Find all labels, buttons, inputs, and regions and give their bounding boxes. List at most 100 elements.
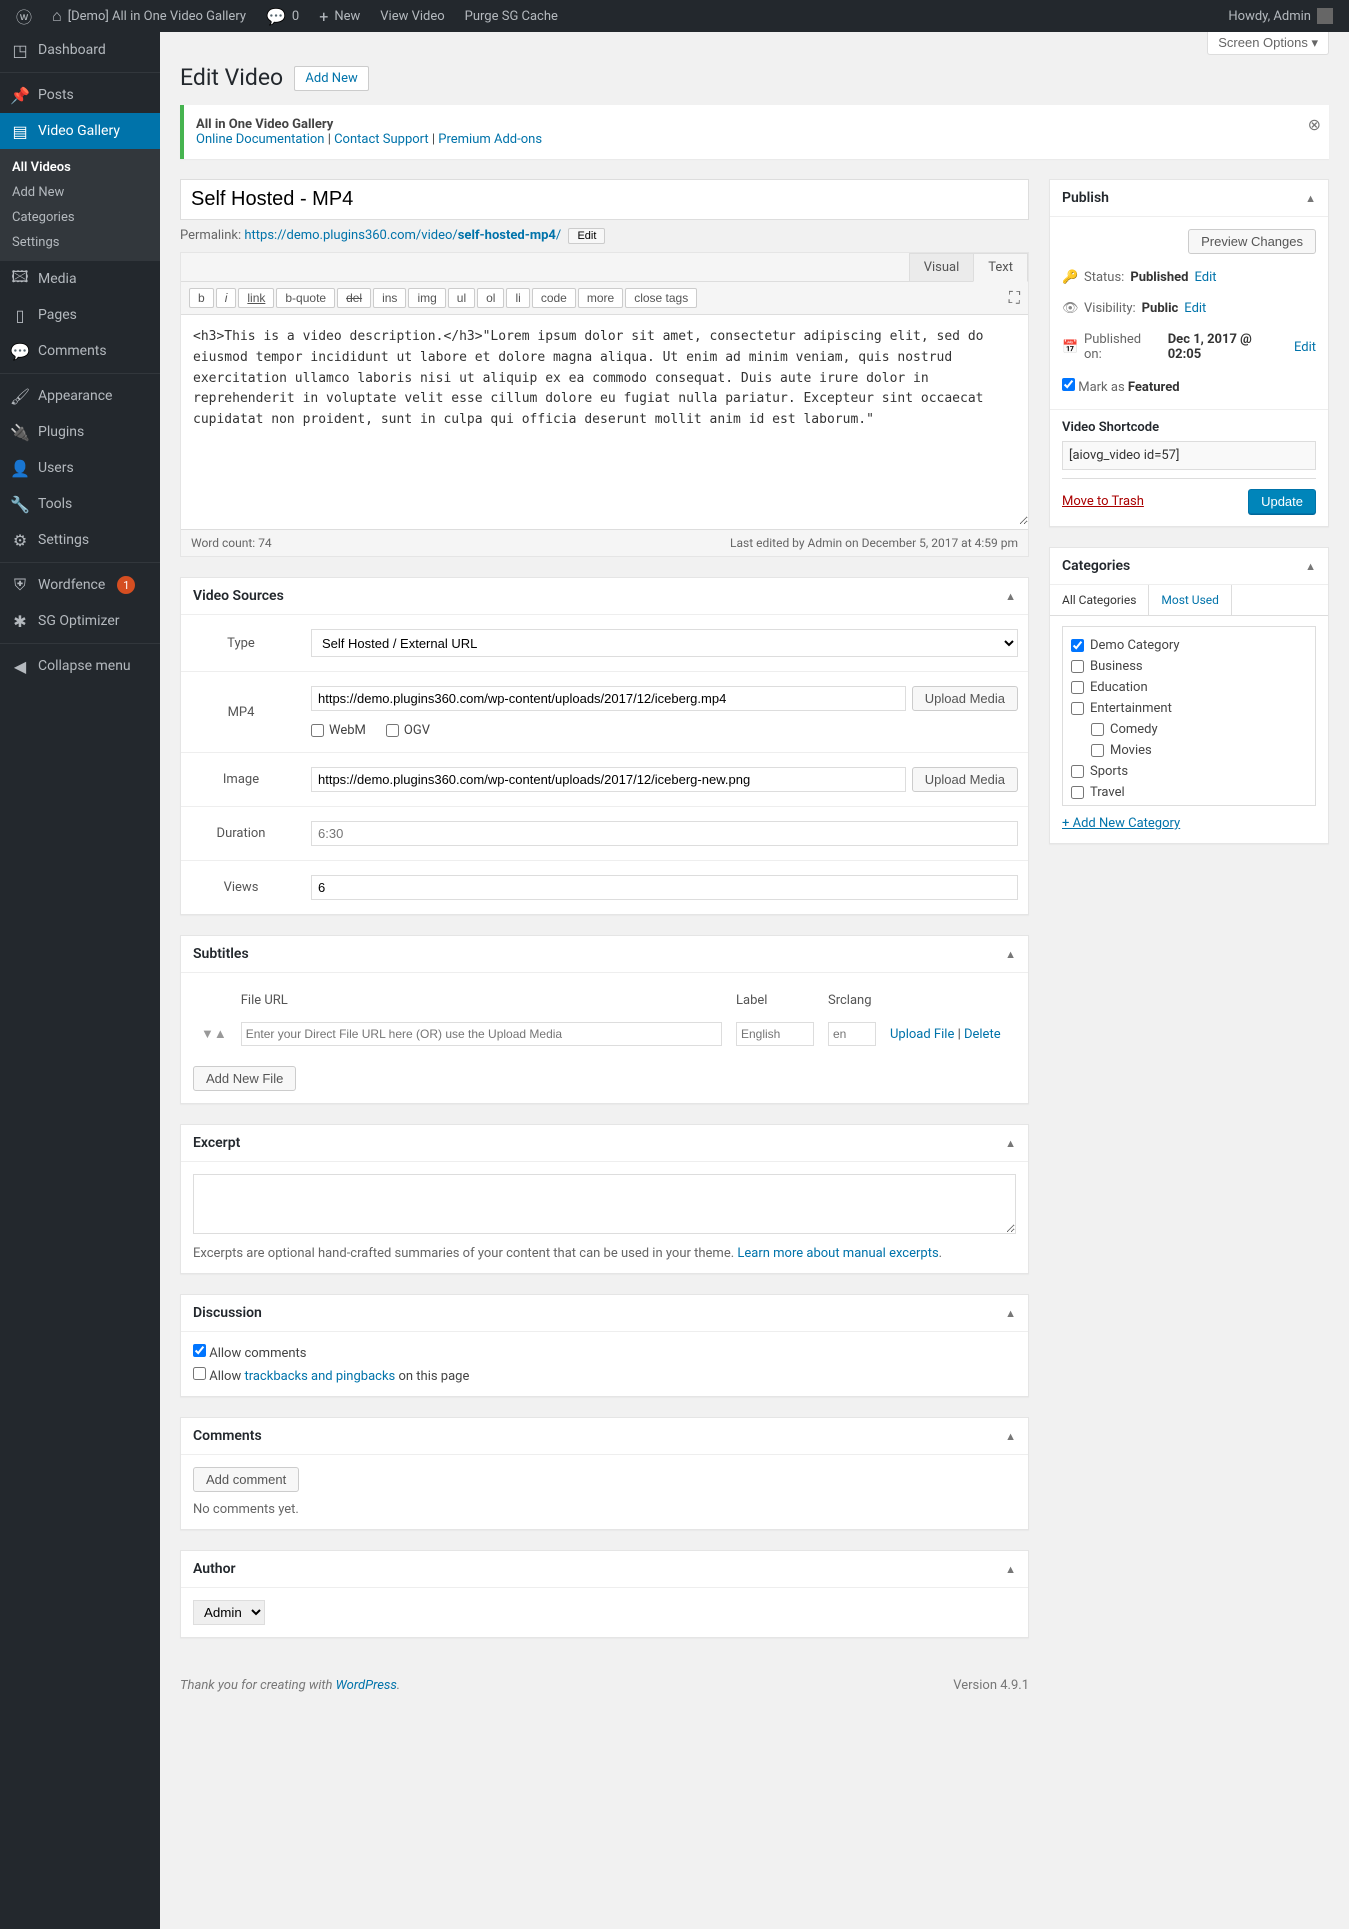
category-item[interactable]: Comedy — [1071, 719, 1307, 740]
mp4-input[interactable] — [311, 686, 906, 711]
add-new-file-button[interactable]: Add New File — [193, 1066, 296, 1091]
menu-wordfence[interactable]: ⛨Wordfence1 — [0, 567, 160, 603]
edit-visibility-link[interactable]: Edit — [1184, 301, 1206, 316]
category-item[interactable]: Entertainment — [1071, 698, 1307, 719]
menu-tools[interactable]: 🔧Tools — [0, 486, 160, 522]
submenu-add-new[interactable]: Add New — [0, 180, 160, 205]
edit-slug-button[interactable]: Edit — [568, 228, 605, 244]
fullscreen-icon[interactable]: ⛶ — [1009, 288, 1020, 308]
excerpt-header[interactable]: Excerpt▲ — [181, 1125, 1028, 1162]
discussion-header[interactable]: Discussion▲ — [181, 1295, 1028, 1332]
submenu-categories[interactable]: Categories — [0, 205, 160, 230]
subtitle-file-input[interactable] — [241, 1022, 722, 1046]
submenu-all-videos[interactable]: All Videos — [0, 155, 160, 180]
ogv-checkbox[interactable]: OGV — [386, 723, 430, 738]
qt-bquote[interactable]: b-quote — [276, 288, 335, 308]
menu-settings[interactable]: ⚙Settings — [0, 522, 160, 558]
menu-posts[interactable]: 📌Posts — [0, 77, 160, 113]
qt-ul[interactable]: ul — [448, 288, 475, 308]
category-item[interactable]: Movies — [1071, 740, 1307, 761]
menu-users[interactable]: 👤Users — [0, 450, 160, 486]
sort-handle-icon[interactable]: ▼▲ — [195, 1016, 233, 1052]
collapse-menu[interactable]: ◀Collapse menu — [0, 648, 160, 684]
duration-input[interactable] — [311, 821, 1018, 846]
menu-media[interactable]: 🖾Media — [0, 261, 160, 297]
type-select[interactable]: Self Hosted / External URL — [311, 629, 1018, 657]
qt-code[interactable]: code — [532, 288, 576, 308]
menu-video-gallery[interactable]: ▤Video Gallery — [0, 113, 160, 149]
wordpress-link[interactable]: WordPress — [336, 1678, 397, 1693]
tab-text[interactable]: Text — [973, 253, 1028, 282]
account-menu[interactable]: Howdy, Admin — [1220, 0, 1341, 32]
categories-header[interactable]: Categories▲ — [1050, 548, 1328, 585]
allow-trackbacks-checkbox[interactable]: Allow trackbacks and pingbacks on this p… — [193, 1367, 1016, 1384]
qt-img[interactable]: img — [408, 288, 445, 308]
tab-visual[interactable]: Visual — [909, 253, 975, 281]
qt-link[interactable]: link — [238, 288, 274, 308]
close-icon[interactable]: ⊗ — [1308, 115, 1321, 134]
qt-ins[interactable]: ins — [373, 288, 406, 308]
trackbacks-link[interactable]: trackbacks and pingbacks — [244, 1369, 395, 1384]
category-item[interactable]: Education — [1071, 677, 1307, 698]
menu-plugins[interactable]: 🔌Plugins — [0, 414, 160, 450]
author-select[interactable]: Admin — [193, 1600, 265, 1625]
shortcode-value[interactable]: [aiovg_video id=57] — [1062, 441, 1316, 470]
webm-checkbox[interactable]: WebM — [311, 723, 366, 738]
upload-image-button[interactable]: Upload Media — [912, 767, 1018, 792]
video-sources-header[interactable]: Video Sources▲ — [181, 578, 1028, 615]
site-home-link[interactable]: ⌂[Demo] All in One Video Gallery — [44, 0, 254, 32]
subtitle-upload-link[interactable]: Upload File — [890, 1027, 954, 1042]
wp-logo-icon[interactable]: ⓦ — [8, 0, 40, 32]
content-textarea[interactable]: <h3>This is a video description.</h3>"Lo… — [181, 315, 1028, 525]
category-item[interactable]: Business — [1071, 656, 1307, 677]
menu-pages[interactable]: ▯Pages — [0, 297, 160, 333]
purge-cache-link[interactable]: Purge SG Cache — [457, 0, 566, 32]
category-list[interactable]: Demo CategoryBusinessEducationEntertainm… — [1062, 626, 1316, 806]
comments-header[interactable]: Comments▲ — [181, 1418, 1028, 1455]
menu-appearance[interactable]: 🖌Appearance — [0, 378, 160, 414]
excerpt-help-link[interactable]: Learn more about manual excerpts — [737, 1246, 938, 1261]
tab-all-categories[interactable]: All Categories — [1050, 585, 1149, 615]
subtitle-delete-link[interactable]: Delete — [964, 1027, 1001, 1042]
image-input[interactable] — [311, 767, 906, 792]
menu-comments[interactable]: 💬Comments — [0, 333, 160, 369]
add-new-category-link[interactable]: + Add New Category — [1062, 816, 1316, 831]
qt-li[interactable]: li — [506, 288, 529, 308]
edit-date-link[interactable]: Edit — [1294, 340, 1316, 355]
menu-sg-optimizer[interactable]: ✱SG Optimizer — [0, 603, 160, 639]
qt-italic[interactable]: i — [216, 288, 237, 308]
view-video-link[interactable]: View Video — [372, 0, 452, 32]
publish-header[interactable]: Publish▲ — [1050, 180, 1328, 217]
notice-support-link[interactable]: Contact Support — [334, 132, 429, 147]
qt-del[interactable]: del — [337, 288, 371, 308]
category-item[interactable]: Demo Category — [1071, 635, 1307, 656]
mark-featured-checkbox[interactable]: Mark as Featured — [1062, 378, 1180, 395]
submenu-settings[interactable]: Settings — [0, 230, 160, 255]
qt-bold[interactable]: b — [189, 288, 214, 308]
notice-premium-link[interactable]: Premium Add-ons — [438, 132, 542, 147]
screen-options-button[interactable]: Screen Options ▾ — [1207, 32, 1329, 55]
tab-most-used[interactable]: Most Used — [1149, 585, 1232, 615]
preview-changes-button[interactable]: Preview Changes — [1188, 229, 1316, 254]
category-item[interactable]: Travel — [1071, 782, 1307, 803]
post-title-input[interactable] — [180, 179, 1029, 220]
permalink-link[interactable]: https://demo.plugins360.com/video/self-h… — [244, 228, 561, 243]
menu-dashboard[interactable]: ◳Dashboard — [0, 32, 160, 68]
views-input[interactable] — [311, 875, 1018, 900]
new-content[interactable]: +New — [311, 0, 368, 32]
author-header[interactable]: Author▲ — [181, 1551, 1028, 1588]
upload-mp4-button[interactable]: Upload Media — [912, 686, 1018, 711]
category-item[interactable]: Sports — [1071, 761, 1307, 782]
subtitle-srclang-input[interactable] — [828, 1022, 876, 1046]
move-to-trash-link[interactable]: Move to Trash — [1062, 494, 1144, 509]
qt-close-tags[interactable]: close tags — [625, 288, 697, 308]
notice-doc-link[interactable]: Online Documentation — [196, 132, 324, 147]
qt-ol[interactable]: ol — [477, 288, 504, 308]
subtitle-label-input[interactable] — [736, 1022, 814, 1046]
excerpt-textarea[interactable] — [193, 1174, 1016, 1234]
comments-bubble[interactable]: 💬0 — [258, 0, 307, 32]
allow-comments-checkbox[interactable]: Allow comments — [193, 1344, 1016, 1361]
update-button[interactable]: Update — [1248, 489, 1316, 514]
subtitles-header[interactable]: Subtitles▲ — [181, 936, 1028, 973]
qt-more[interactable]: more — [578, 288, 623, 308]
